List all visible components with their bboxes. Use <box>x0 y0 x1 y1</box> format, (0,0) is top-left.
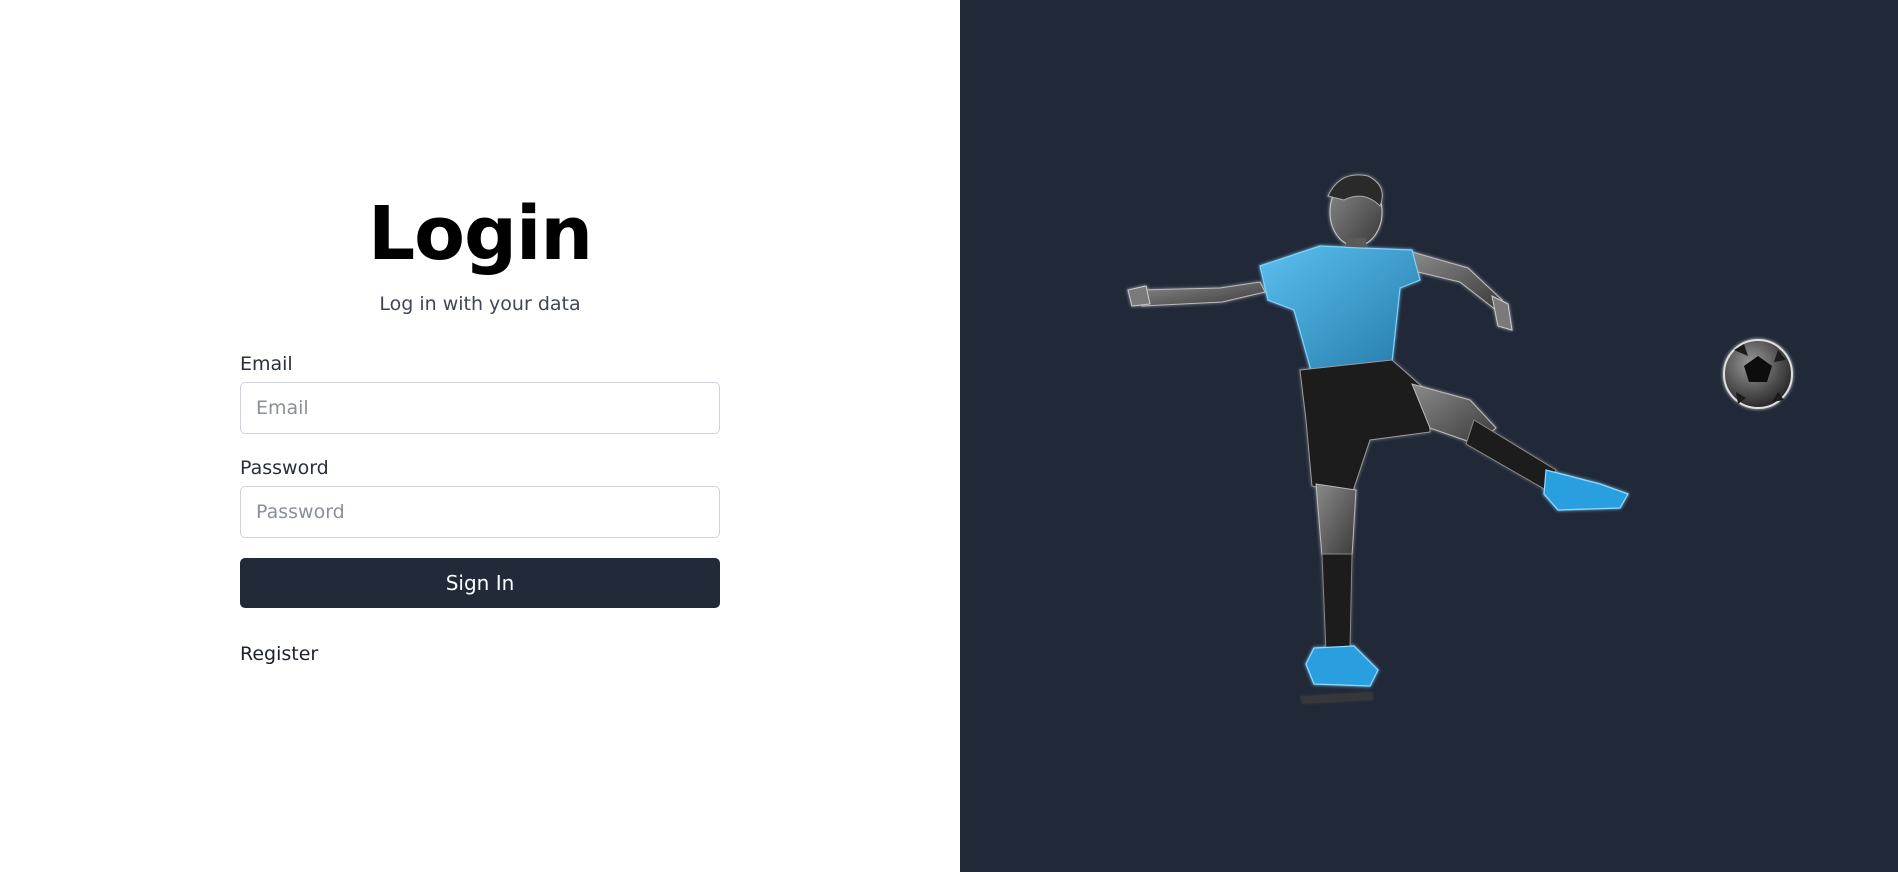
page-subtitle: Log in with your data <box>379 293 581 315</box>
login-form: Login Log in with your data Email Passwo… <box>240 190 720 666</box>
password-label: Password <box>240 457 329 479</box>
page-title: Login <box>367 191 593 277</box>
player-figure <box>1127 174 1629 704</box>
hero-panel <box>960 0 1898 872</box>
login-panel: Login Log in with your data Email Passwo… <box>0 0 960 872</box>
email-label: Email <box>240 353 293 375</box>
email-field[interactable] <box>240 382 720 434</box>
login-page: Login Log in with your data Email Passwo… <box>0 0 1898 872</box>
password-field[interactable] <box>240 486 720 538</box>
sign-in-button[interactable]: Sign In <box>240 558 720 608</box>
soccer-player-image <box>1127 174 1793 704</box>
register-link[interactable]: Register <box>240 642 318 666</box>
soccer-ball-icon <box>1723 339 1793 409</box>
